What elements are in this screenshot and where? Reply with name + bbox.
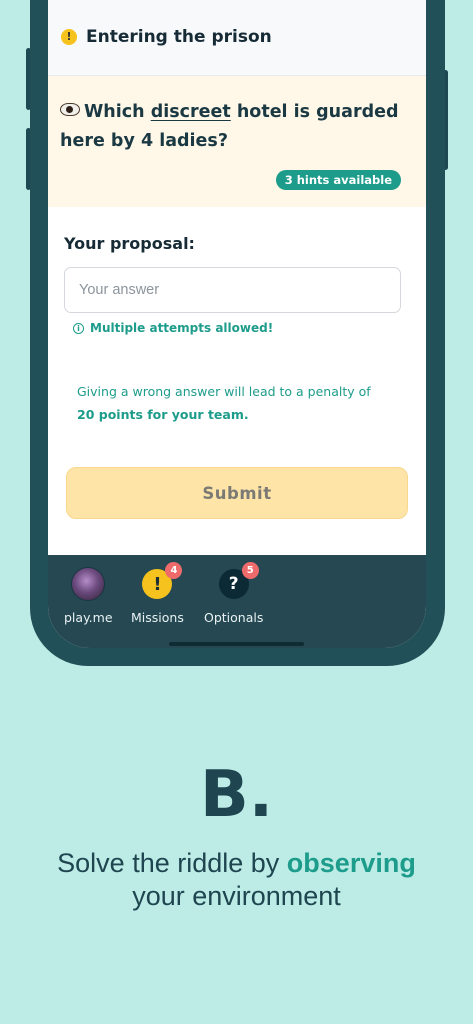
tagline-accent: observing (286, 848, 416, 878)
avatar-wrap (71, 567, 106, 601)
info-icon: i (73, 322, 84, 334)
tab-label: Missions (131, 610, 184, 625)
answer-input[interactable] (64, 267, 401, 313)
penalty-prefix: Giving a wrong answer will lead to a pen… (77, 384, 371, 399)
tagline-line2: your environment (132, 881, 341, 911)
proposal-label: Your proposal: (64, 234, 195, 253)
mission-title: Entering the prison (86, 26, 272, 47)
proposal-section: Your proposal: i Multiple attempts allow… (48, 207, 426, 426)
tab-label: play.me (64, 610, 113, 625)
brand-letter-dot: . (248, 758, 274, 832)
tab-missions[interactable]: ! 4 Missions (131, 562, 184, 625)
penalty-text: Giving a wrong answer will lead to a pen… (77, 380, 377, 426)
phone-screen: ! Entering the prison Which discreet hot… (48, 0, 426, 648)
optionals-icon-wrap: ? 5 (217, 562, 259, 601)
mission-header: ! Entering the prison (48, 0, 426, 76)
brand-letter: B. (0, 758, 473, 832)
warning-icon: ! (61, 28, 77, 45)
penalty-points: 20 (77, 407, 95, 422)
optionals-count-badge: 5 (241, 562, 259, 579)
avatar (71, 567, 106, 601)
hints-available-badge[interactable]: 3 hints available (275, 170, 401, 190)
missions-count-badge: 4 (165, 562, 183, 579)
missions-icon-wrap: ! 4 (140, 562, 183, 601)
home-indicator (169, 642, 304, 646)
question-text: Which discreet hotel is guarded here by … (60, 98, 414, 156)
question-keyword: discreet (150, 102, 231, 122)
tab-optionals[interactable]: ? 5 Optionals (204, 562, 264, 625)
penalty-suffix: points for your team. (94, 407, 249, 422)
submit-button[interactable]: Submit (66, 467, 408, 519)
tab-label: Optionals (204, 610, 264, 625)
brand-letter-text: B (199, 758, 249, 832)
tab-bar: play.me ! 4 Missions ? 5 Optionals (48, 555, 426, 648)
question-block: Which discreet hotel is guarded here by … (48, 76, 426, 207)
attempts-note: i Multiple attempts allowed! (73, 321, 410, 335)
tagline: Solve the riddle by observing your envir… (0, 847, 473, 913)
attempts-note-text: Multiple attempts allowed! (90, 321, 274, 335)
tab-play-me[interactable]: play.me (64, 567, 113, 625)
eye-icon (60, 103, 80, 116)
question-part: Which (84, 102, 151, 122)
tagline-prefix: Solve the riddle by (57, 848, 287, 878)
